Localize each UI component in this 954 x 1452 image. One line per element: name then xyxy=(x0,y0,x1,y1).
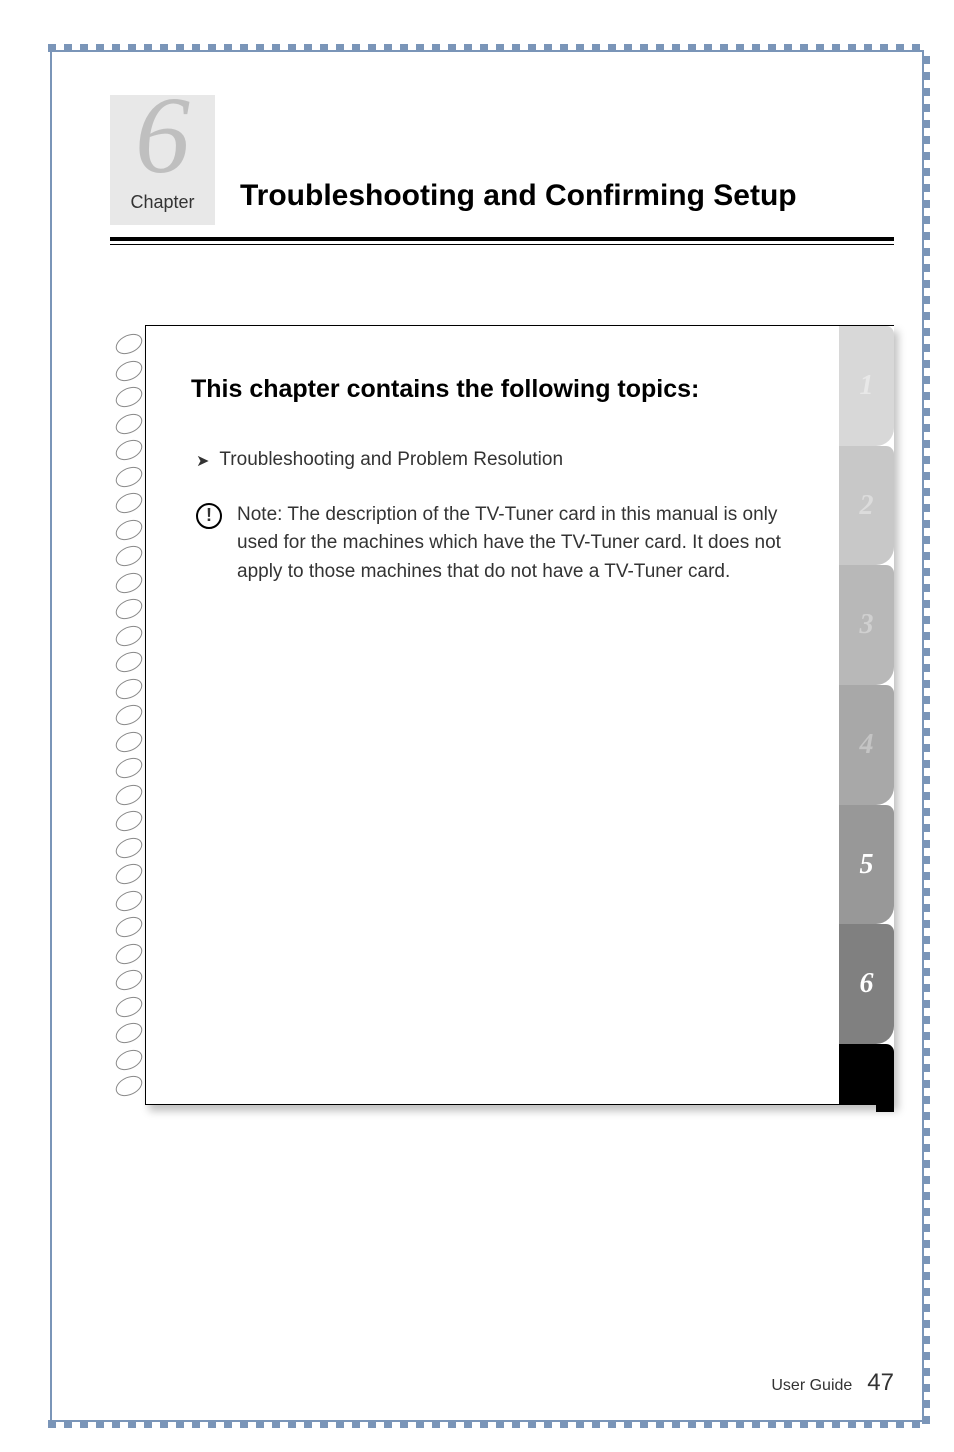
spiral-ring-icon xyxy=(113,1019,146,1047)
arrow-right-icon: ➤ xyxy=(196,451,209,471)
chapter-numeral: 6 xyxy=(135,80,190,190)
tab-strip: 1 2 3 4 5 6 xyxy=(839,326,894,1104)
topics-heading: This chapter contains the following topi… xyxy=(191,371,864,409)
spiral-ring-icon xyxy=(113,886,146,914)
spiral-ring-icon xyxy=(113,648,146,676)
spiral-ring-icon xyxy=(113,807,146,835)
spiral-ring-icon xyxy=(113,542,146,570)
title-rule xyxy=(110,237,894,245)
spiral-ring-icon xyxy=(113,966,146,994)
spiral-ring-icon xyxy=(113,330,146,358)
spiral-ring-icon xyxy=(113,674,146,702)
tab-6[interactable]: 6 xyxy=(839,924,894,1044)
topic-text: Troubleshooting and Problem Resolution xyxy=(219,449,563,471)
spiral-ring-icon xyxy=(113,860,146,888)
spiral-ring-icon xyxy=(113,409,146,437)
chapter-header: 6 Chapter Troubleshooting and Confirming… xyxy=(110,95,894,225)
tab-4[interactable]: 4 xyxy=(839,685,894,805)
page-content: 6 Chapter Troubleshooting and Confirming… xyxy=(110,95,894,1372)
spiral-ring-icon xyxy=(113,939,146,967)
spiral-ring-icon xyxy=(113,436,146,464)
chapter-title: Troubleshooting and Confirming Setup xyxy=(240,176,894,225)
spiral-ring-icon xyxy=(113,356,146,384)
spiral-binding xyxy=(110,330,145,1100)
tab-2[interactable]: 2 xyxy=(839,446,894,566)
chapter-label: Chapter xyxy=(130,192,194,213)
spiral-ring-icon xyxy=(113,568,146,596)
footer-label: User Guide xyxy=(771,1377,852,1395)
note-text: Note: The description of the TV-Tuner ca… xyxy=(237,501,784,587)
spiral-ring-icon xyxy=(113,595,146,623)
spiral-ring-icon xyxy=(113,780,146,808)
page-footer: User Guide 47 xyxy=(771,1369,894,1397)
tab-blank xyxy=(839,1044,894,1104)
content-box: This chapter contains the following topi… xyxy=(145,325,894,1105)
spiral-ring-icon xyxy=(113,833,146,861)
note-block: ! Note: The description of the TV-Tuner … xyxy=(191,501,864,587)
footer-page-number: 47 xyxy=(867,1369,894,1397)
spiral-ring-icon xyxy=(113,515,146,543)
spiral-ring-icon xyxy=(113,701,146,729)
chapter-number-box: 6 Chapter xyxy=(110,95,215,225)
tab-5[interactable]: 5 xyxy=(839,805,894,925)
tab-3[interactable]: 3 xyxy=(839,565,894,685)
topic-item: ➤ Troubleshooting and Problem Resolution xyxy=(191,449,864,471)
spiral-ring-icon xyxy=(113,621,146,649)
note-label: Note: xyxy=(237,504,282,525)
spiral-ring-icon xyxy=(113,1072,146,1100)
spiral-ring-icon xyxy=(113,913,146,941)
spiral-ring-icon xyxy=(113,727,146,755)
note-alert-icon: ! xyxy=(196,503,222,529)
note-body: The description of the TV-Tuner card in … xyxy=(237,504,781,582)
spiral-ring-icon xyxy=(113,383,146,411)
spiral-ring-icon xyxy=(113,754,146,782)
spiral-ring-icon xyxy=(113,992,146,1020)
spiral-ring-icon xyxy=(113,1045,146,1073)
spiral-ring-icon xyxy=(113,489,146,517)
spiral-ring-icon xyxy=(113,462,146,490)
tab-1[interactable]: 1 xyxy=(839,326,894,446)
content-box-wrapper: This chapter contains the following topi… xyxy=(145,325,894,1105)
